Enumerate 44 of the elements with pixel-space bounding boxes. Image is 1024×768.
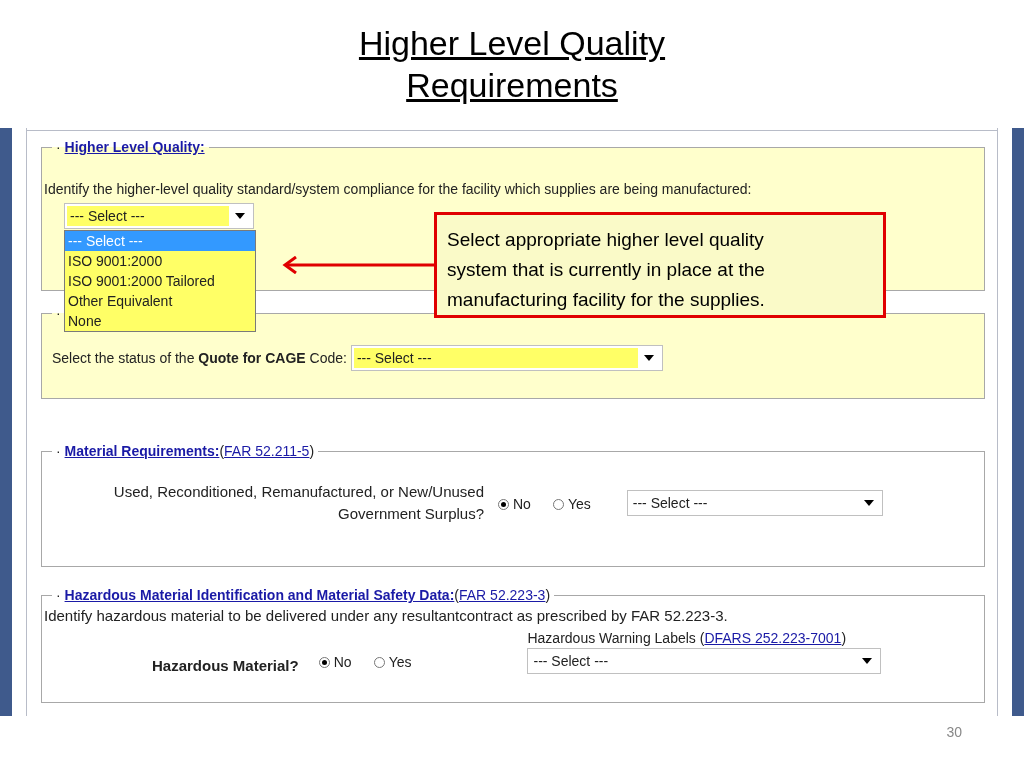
dropdown-field[interactable]: --- Select --- bbox=[350, 345, 663, 371]
paren: ) bbox=[545, 587, 551, 603]
radio-option[interactable]: Yes bbox=[373, 654, 412, 670]
page-number: 30 bbox=[946, 724, 962, 740]
radio-option[interactable]: No bbox=[318, 654, 352, 670]
dropdown-option[interactable]: ISO 9001:2000 Tailored bbox=[65, 271, 255, 291]
dropdown-option[interactable]: Other Equivalent bbox=[65, 291, 255, 311]
paren: ( bbox=[219, 443, 225, 459]
caret-icon bbox=[235, 213, 245, 219]
caret-icon bbox=[643, 355, 654, 361]
radio-button[interactable] bbox=[552, 498, 564, 510]
radio-button[interactable] bbox=[498, 498, 509, 510]
paren: ) bbox=[309, 443, 315, 459]
prompt-text: Select the status of the Quote for CAGE Code: bbox=[52, 350, 347, 366]
paren: ( bbox=[454, 587, 459, 603]
legend-bullet: · bbox=[56, 139, 62, 155]
section-link[interactable]: Hazardous Material Identification and Material Safety Data: bbox=[64, 587, 455, 603]
legend-bullet: · bbox=[56, 305, 61, 321]
dropdown-field[interactable]: --- Select --- bbox=[626, 490, 883, 516]
paren: ) bbox=[841, 630, 847, 646]
caret-icon bbox=[862, 658, 873, 664]
slide-title: Higher Level Quality Requirements bbox=[357, 23, 667, 106]
question-text: Used, Reconditioned, Remanufactured, or New/Unused Government Surplus? bbox=[112, 482, 484, 524]
reference-link[interactable]: DFARS 252.223-7001 bbox=[704, 630, 842, 646]
dropdown-field[interactable]: --- Select --- bbox=[527, 648, 882, 674]
legend-bullet: · bbox=[56, 443, 62, 459]
callout-text: Select appropriate higher level quality system that is currently in place at the manufacturing facility for the supplies. bbox=[434, 212, 886, 318]
question-text: Hazardous Material? bbox=[152, 657, 299, 674]
section-link[interactable]: Material Requirements: bbox=[64, 443, 220, 459]
dropdown-option[interactable]: ISO 9001:2000 bbox=[65, 251, 255, 271]
arrow-icon bbox=[282, 256, 434, 274]
radio-button[interactable] bbox=[373, 656, 385, 668]
dropdown-option[interactable]: None bbox=[65, 311, 255, 331]
reference-link[interactable]: FAR 52.223-3 bbox=[459, 587, 546, 603]
section-link[interactable]: Higher Level Quality: bbox=[64, 139, 205, 155]
caret-icon bbox=[863, 500, 874, 506]
radio-option[interactable]: Yes bbox=[552, 496, 591, 513]
prompt-text: Identify the higher-level quality standard/system compliance for the facility which supplies are being manufactured: bbox=[44, 181, 753, 197]
note-text: Identify hazardous material to be delivered under any resultantcontract as prescribed by FAR 52.223-3. bbox=[44, 607, 729, 624]
radio-option[interactable]: No bbox=[498, 496, 531, 513]
reference-link[interactable]: FAR 52.211-5 bbox=[224, 443, 310, 459]
legend-bullet: · bbox=[56, 587, 62, 603]
labels-caption: Hazardous Warning Labels ( bbox=[527, 630, 705, 646]
radio-button[interactable] bbox=[318, 656, 330, 668]
